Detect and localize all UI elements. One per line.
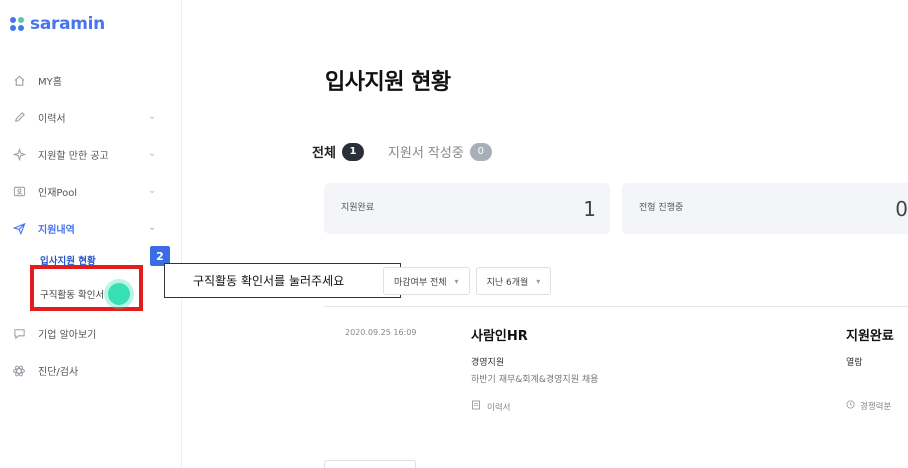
- filter-period-select[interactable]: 지난 6개월 ▾: [475, 267, 552, 295]
- tabs: 전체 1 지원서 작성중 0: [312, 142, 516, 161]
- count-badge: 1: [341, 142, 364, 161]
- chevron-down-icon: ⌄: [148, 185, 157, 196]
- divider: [324, 306, 908, 307]
- chat-icon: [12, 327, 26, 341]
- chevron-down-icon: ⌄: [148, 111, 157, 122]
- send-icon: [12, 222, 26, 236]
- page-title: 입사지원 현황: [325, 70, 451, 95]
- competitiveness-link[interactable]: 경쟁력분: [846, 400, 891, 412]
- application-date: 2020.09.25 16:09: [345, 328, 417, 337]
- sidebar-item-my-home[interactable]: MY홈: [0, 62, 182, 99]
- pencil-icon: [12, 111, 26, 125]
- chevron-down-icon: ▾: [536, 276, 541, 286]
- home-icon: [12, 74, 26, 88]
- job-field: 경영지원: [471, 358, 505, 368]
- count-badge: 0: [469, 142, 492, 161]
- stat-label: 지원완료: [341, 203, 375, 213]
- sidebar-item-recommended-jobs[interactable]: 지원할 만한 공고 ⌄: [0, 136, 182, 173]
- chevron-down-icon: ▾: [454, 276, 459, 286]
- filter-label: 마감여부 전체: [394, 277, 447, 288]
- cursor-indicator: [108, 283, 130, 305]
- sidebar-item-label: 이력서: [38, 114, 66, 125]
- sidebar-item-talent-pool[interactable]: 인재Pool ⌄: [0, 173, 182, 210]
- sidebar-item-label: MY홈: [38, 77, 62, 88]
- sidebar-nav: MY홈 이력서 ⌄ 지원할 만한 공고 ⌄ 인재Pool ⌄ 지원내역 ⌄ 입사…: [0, 62, 182, 389]
- stat-value: 0: [895, 197, 908, 221]
- id-card-icon: [12, 185, 26, 199]
- sidebar-item-application-history[interactable]: 지원내역 ⌄: [0, 210, 182, 247]
- tab-label: 전체: [312, 146, 336, 161]
- resume-link[interactable]: 이력서: [471, 400, 510, 413]
- sidebar: saramin MY홈 이력서 ⌄ 지원할 만한 공고 ⌄ 인재Pool ⌄ 지…: [0, 0, 182, 468]
- main-content: 입사지원 현황 전체 1 지원서 작성중 0 지원완료 1 전형 진행중 0 마…: [183, 0, 908, 468]
- filter-bar: 마감여부 전체 ▾ 지난 6개월 ▾: [383, 267, 557, 295]
- brand-name: saramin: [30, 14, 105, 34]
- sidebar-item-label: 진단/검사: [38, 367, 79, 378]
- saramin-logo[interactable]: saramin: [10, 14, 105, 34]
- stat-label: 전형 진행중: [639, 203, 684, 213]
- chevron-down-icon: ⌄: [148, 222, 157, 233]
- sidebar-item-company-explore[interactable]: 기업 알아보기: [0, 315, 182, 352]
- sidebar-item-diagnosis[interactable]: 진단/검사: [0, 352, 182, 389]
- logo-dots-icon: [10, 17, 24, 31]
- tab-label: 지원서 작성중: [387, 146, 464, 161]
- sidebar-item-label: 기업 알아보기: [38, 330, 97, 341]
- view-status: 열람: [846, 358, 863, 368]
- stat-card-in-progress[interactable]: 전형 진행중 0: [622, 183, 908, 234]
- resume-link-label: 이력서: [487, 402, 511, 413]
- job-title[interactable]: 하반기 재무&회계&경영지원 채용: [471, 372, 598, 385]
- atom-icon: [12, 364, 26, 378]
- company-name[interactable]: 사람인HR: [471, 325, 528, 344]
- sidebar-item-label: 인재Pool: [38, 188, 78, 199]
- sidebar-item-resume[interactable]: 이력서 ⌄: [0, 99, 182, 136]
- filter-deadline-select[interactable]: 마감여부 전체 ▾: [383, 267, 470, 295]
- application-row: 2020.09.25 16:09 사람인HR 경영지원 하반기 재무&회계&경영…: [324, 318, 908, 428]
- sidebar-item-label: 지원할 만한 공고: [38, 151, 109, 162]
- filter-label: 지난 6개월: [486, 277, 529, 288]
- stat-card-applied[interactable]: 지원완료 1: [324, 183, 610, 234]
- clock-icon: [846, 400, 855, 412]
- application-status: 지원완료: [846, 329, 894, 344]
- stat-value: 1: [583, 197, 596, 221]
- sparkle-icon: [12, 148, 26, 162]
- bottom-button[interactable]: [324, 460, 416, 468]
- competitiveness-label: 경쟁력분: [860, 402, 892, 412]
- sidebar-item-label: 지원내역: [38, 225, 75, 236]
- tab-all[interactable]: 전체 1: [312, 142, 364, 161]
- chevron-down-icon: ⌄: [148, 148, 157, 159]
- tab-drafts[interactable]: 지원서 작성중 0: [388, 142, 492, 161]
- document-icon: [471, 400, 481, 413]
